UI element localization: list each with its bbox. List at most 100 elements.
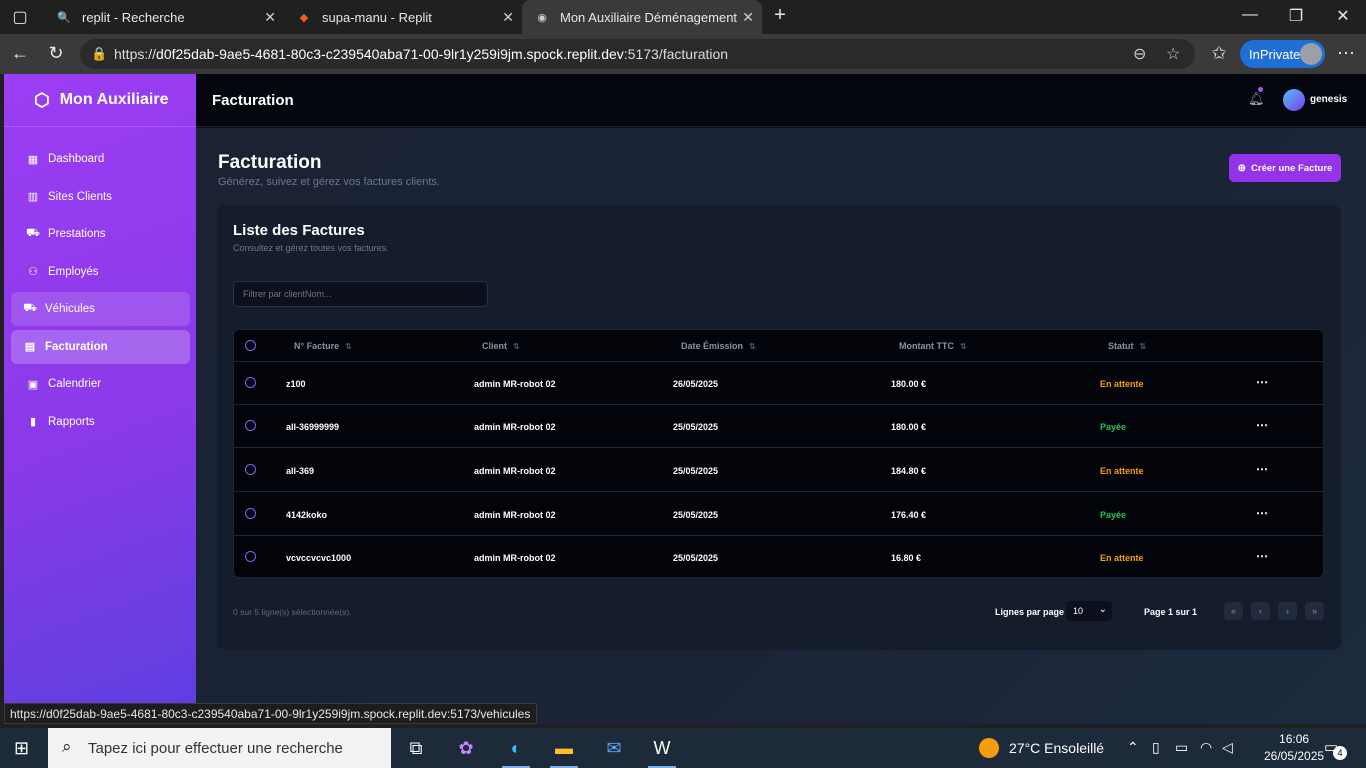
create-invoice-button[interactable]: ⊕ Créer une Facture (1229, 154, 1341, 182)
sort-icon: ⇅ (345, 342, 352, 351)
header-montant[interactable]: Montant TTC ⇅ (899, 341, 967, 351)
cell-numero: vcvccvcvc1000 (286, 553, 352, 563)
tab-supa-manu[interactable]: ◆ supa-manu - Replit ✕ (284, 0, 522, 34)
back-icon[interactable]: ← (9, 43, 31, 64)
wifi-icon[interactable]: ◠ (1200, 739, 1212, 756)
cell-montant: 16.80 € (891, 553, 922, 563)
truck-icon: ⛟ (23, 302, 37, 314)
url-path: :5173/facturation (623, 46, 729, 62)
zoom-icon[interactable]: ⊖ (1133, 44, 1146, 64)
favorites-icon[interactable]: ✩ (1208, 43, 1230, 64)
app-w-icon[interactable]: W (639, 728, 685, 768)
row-actions-icon[interactable]: ⋯ (1256, 375, 1269, 389)
bell-icon[interactable]: 🔔︎ (1248, 87, 1265, 107)
cell-client: admin MR-robot 02 (474, 379, 556, 389)
inprivate-badge[interactable]: InPrivate (1240, 40, 1325, 68)
main-content: Facturation Générez, suivez et gérez vos… (196, 128, 1366, 724)
sidebar-item-rapports[interactable]: ▮ Rapports (11, 405, 190, 439)
row-select-radio[interactable] (245, 551, 256, 562)
header-numero[interactable]: N° Facture ⇅ (294, 341, 352, 351)
chevron-up-icon[interactable]: ⌃ (1127, 739, 1139, 756)
cell-montant: 180.00 € (891, 422, 927, 432)
client-filter-input[interactable] (233, 281, 488, 307)
row-select-radio[interactable] (245, 377, 256, 388)
status-badge: Payée (1100, 422, 1127, 432)
restore-icon[interactable]: ❐ (1286, 6, 1306, 26)
taskbar-search-placeholder: Tapez ici pour effectuer une recherche (88, 739, 343, 757)
row-actions-icon[interactable]: ⋯ (1256, 506, 1269, 520)
table-row[interactable]: all-36999999 admin MR-robot 02 25/05/202… (234, 405, 1323, 448)
prev-page-button[interactable]: ‹ (1251, 602, 1270, 620)
device-icon[interactable]: ▯ (1152, 739, 1160, 756)
minimize-icon[interactable]: — (1240, 6, 1260, 24)
cell-client: admin MR-robot 02 (474, 422, 556, 432)
brand[interactable]: ⬡ Mon Auxiliaire (4, 74, 196, 127)
row-actions-icon[interactable]: ⋯ (1256, 462, 1269, 476)
sidebar-item-label: Rapports (48, 415, 95, 428)
clock[interactable]: 16:06 26/05/2025 (1264, 731, 1324, 765)
file-explorer-icon[interactable]: ▬ (541, 728, 587, 768)
sidebar-item-vehicules[interactable]: ⛟ Véhicules (11, 292, 190, 326)
status-badge: En attente (1100, 553, 1144, 563)
close-icon[interactable]: ✕ (264, 9, 276, 26)
row-select-radio[interactable] (245, 420, 256, 431)
volume-icon[interactable]: ◁ (1222, 739, 1233, 756)
url-field[interactable]: 🔒 https://d0f25dab-9ae5-4681-80c3-c23954… (80, 39, 1195, 69)
copilot-icon[interactable]: ✿ (443, 728, 489, 768)
tab-title: supa-manu - Replit (322, 9, 432, 25)
header-date[interactable]: Date Émission ⇅ (681, 341, 756, 351)
next-page-button[interactable]: › (1278, 602, 1297, 620)
notification-center-icon[interactable]: ▭ 4 (1324, 738, 1347, 760)
sidebar-item-facturation[interactable]: ▤ Facturation (11, 329, 190, 364)
file-icon: ▤ (24, 341, 36, 353)
table-row[interactable]: vcvccvcvc1000 admin MR-robot 02 25/05/20… (234, 536, 1323, 577)
new-tab-icon[interactable]: + (770, 4, 790, 27)
battery-icon[interactable]: ▭ (1175, 739, 1188, 756)
row-select-radio[interactable] (245, 464, 256, 475)
sidebar-item-prestations[interactable]: ⛟ Prestations (11, 217, 190, 251)
last-page-button[interactable]: » (1305, 602, 1324, 620)
task-view-icon[interactable]: ⧉ (393, 728, 439, 768)
row-select-radio[interactable] (245, 508, 256, 519)
table-row[interactable]: z100 admin MR-robot 02 26/05/2025 180.00… (234, 362, 1323, 405)
refresh-icon[interactable]: ↻ (45, 43, 67, 64)
close-icon[interactable]: ✕ (502, 9, 514, 26)
window-close-icon[interactable]: ✕ (1333, 6, 1353, 26)
sidebar-item-dashboard[interactable]: ▦ Dashboard (11, 142, 190, 176)
sidebar-item-employes[interactable]: ⚇ Employés (11, 255, 190, 289)
table-row[interactable]: all-369 admin MR-robot 02 25/05/2025 184… (234, 449, 1323, 492)
sidebar-item-label: Sites Clients (48, 190, 112, 203)
close-icon[interactable]: ✕ (742, 9, 754, 26)
card-subtitle: Consultez et gérez toutes vos factures. (233, 243, 389, 253)
sidebar-item-calendrier[interactable]: ▣ Calendrier (11, 367, 190, 401)
select-all-radio[interactable] (245, 340, 256, 351)
tab-replit-search[interactable]: 🔍 replit - Recherche ✕ (44, 0, 284, 34)
chevron-left-icon: ‹ (1259, 606, 1262, 616)
table-row[interactable]: 4142koko admin MR-robot 02 25/05/2025 17… (234, 493, 1323, 536)
user-name[interactable]: genesis (1310, 94, 1347, 105)
row-actions-icon[interactable]: ⋯ (1256, 549, 1269, 563)
sort-icon: ⇅ (513, 342, 520, 351)
header-client[interactable]: Client ⇅ (482, 341, 520, 351)
more-menu-icon[interactable]: ⋯ (1335, 43, 1357, 64)
header-statut[interactable]: Statut ⇅ (1108, 341, 1146, 351)
first-page-button[interactable]: « (1224, 602, 1243, 620)
replit-icon: ◆ (299, 11, 309, 24)
tab-actions-icon[interactable]: ▢ (10, 7, 30, 27)
bar-chart-icon: ▮ (29, 416, 37, 428)
rows-per-page-select[interactable]: 10 ⌄ (1066, 601, 1112, 621)
favorite-star-icon[interactable]: ☆ (1166, 44, 1180, 64)
avatar[interactable] (1283, 89, 1305, 111)
weather-text[interactable]: 27°C Ensoleillé (1009, 740, 1104, 756)
taskbar-search[interactable]: ⌕ Tapez ici pour effectuer une recherche (48, 728, 391, 768)
cell-numero: 4142koko (286, 510, 328, 520)
page-title: Facturation (218, 152, 322, 173)
clock-date: 26/05/2025 (1264, 749, 1325, 763)
windows-start-icon[interactable]: ⊞ (14, 738, 29, 759)
mail-icon[interactable]: ✉ (591, 728, 637, 768)
sidebar-item-sites-clients[interactable]: ▥ Sites Clients (11, 180, 190, 214)
tab-mon-auxiliaire[interactable]: ◉ Mon Auxiliaire Déménagement ✕ (522, 0, 762, 34)
selection-info: 0 sur 5 ligne(s) sélectionnée(s). (233, 607, 352, 617)
edge-icon[interactable]: ◐ (493, 728, 539, 768)
row-actions-icon[interactable]: ⋯ (1256, 418, 1269, 432)
